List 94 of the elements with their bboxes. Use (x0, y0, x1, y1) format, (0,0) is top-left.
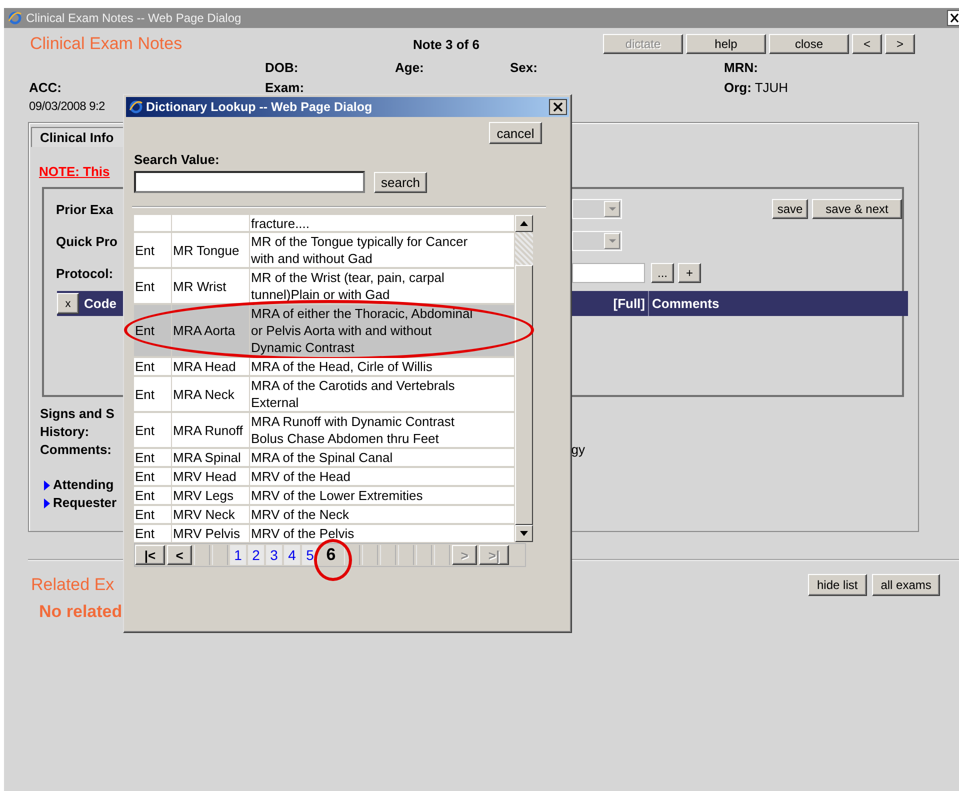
scroll-thumb[interactable] (515, 265, 533, 525)
table-cell: MR Tongue (173, 242, 240, 258)
field-label: Org: (724, 80, 752, 94)
table-cell: Ent (135, 468, 155, 485)
remove-button[interactable]: x (57, 293, 79, 314)
save-next-button[interactable]: save & next (812, 199, 902, 219)
search-field[interactable] (134, 171, 365, 193)
browser-icon (8, 11, 22, 25)
tab[interactable]: Clinical Info (31, 127, 124, 147)
table-cell: MRV Pelvis (173, 525, 240, 542)
table-cell: Ent (135, 449, 155, 466)
table-cell-text: MRA of the Carotids and Vertebrals External (251, 377, 456, 411)
table-cell: fracture.... (251, 214, 310, 232)
field-label: Exam: (265, 80, 306, 94)
browser-icon (129, 100, 143, 114)
table-cell: MRV Neck (173, 506, 235, 523)
field-label: DOB: (265, 60, 300, 74)
field-label: Quick Pro (56, 234, 118, 248)
caret-icon (608, 206, 616, 212)
field-label: MRN: (724, 60, 759, 74)
add-button[interactable]: + (678, 263, 701, 283)
protocol-field[interactable] (572, 263, 645, 283)
field-label: History: (40, 423, 90, 441)
list-button[interactable]: hide list (808, 574, 867, 596)
dropdown[interactable] (572, 231, 622, 251)
dropdown[interactable] (572, 199, 622, 219)
pager-button[interactable]: |< (135, 545, 165, 565)
table-cell: MRA Head (173, 358, 236, 375)
toolbar-button[interactable]: help (686, 34, 766, 54)
field-label: Protocol: (56, 266, 114, 280)
field-label: ACC: (29, 80, 62, 94)
table-cell: Ent (135, 422, 155, 438)
field-label: Age: (395, 60, 425, 74)
list-button[interactable]: all exams (872, 574, 940, 596)
table-cell: MRV of the Pelvis (251, 525, 354, 542)
page-link[interactable]: 3 (266, 545, 282, 565)
table-cell: MRA Runoff (173, 422, 243, 438)
table-cell-text: MR of the Tongue typically for Cancer with and without Gad (251, 233, 469, 267)
close-icon[interactable] (947, 10, 959, 26)
section-link[interactable]: Attending (53, 476, 114, 494)
table-cell: MRV of the Head (251, 468, 350, 485)
table-cell: MRV Head (173, 468, 236, 485)
search-button[interactable]: search (374, 172, 427, 192)
table-cell: MRV Legs (173, 487, 234, 504)
field-value: TJUH (754, 80, 788, 94)
field-label: Signs and S (40, 405, 114, 423)
close-icon[interactable] (549, 99, 567, 115)
expand-arrow-icon[interactable] (44, 480, 50, 490)
exam-date: 09/03/2008 9:2 (29, 99, 105, 113)
expand-arrow-icon[interactable] (44, 498, 50, 508)
section-title: Related Ex (31, 575, 116, 595)
table-cell-text: MRA Runoff with Dynamic Contrast Bolus Chase Abdomen thru Feet (251, 413, 456, 447)
table-cell: MRA Spinal (173, 449, 241, 466)
pager-button[interactable]: < (167, 545, 192, 565)
table-cell: MRV of the Lower Extremities (251, 487, 423, 504)
page-title: Clinical Exam Notes (30, 34, 184, 54)
empty-message: No related (39, 602, 122, 621)
column-header: Comments (651, 295, 720, 313)
field-label: Prior Exa (56, 202, 114, 216)
scroll-down-icon[interactable] (520, 531, 528, 536)
search-label: Search Value: (134, 152, 220, 167)
page-link[interactable]: 1 (230, 545, 246, 565)
cancel-button[interactable]: cancel (489, 122, 542, 144)
page-link[interactable]: 5 (302, 545, 318, 565)
dialog-title: Dictionary Lookup -- Web Page Dialog (146, 100, 372, 114)
section-link[interactable]: Requester (53, 494, 117, 512)
browse-button[interactable]: ... (651, 263, 674, 283)
table-cell: Ent (135, 506, 155, 523)
warning-note: NOTE: This (39, 164, 110, 179)
caret-icon (608, 238, 616, 244)
save-button[interactable]: save (772, 199, 808, 219)
comment-text: gy (571, 441, 585, 459)
field-label: Comments: (40, 441, 112, 459)
toolbar-button[interactable]: close (769, 34, 849, 54)
scroll-up-icon[interactable] (520, 221, 528, 226)
table-cell: Ent (135, 487, 155, 504)
toolbar-button[interactable]: < (852, 34, 882, 54)
table-cell: MRA of the Head, Cirle of Willis (251, 358, 432, 375)
page-link[interactable]: 2 (248, 545, 264, 565)
scrollbar[interactable] (515, 215, 533, 542)
table-cell: MRV of the Neck (251, 506, 350, 523)
page-link[interactable]: 4 (284, 545, 300, 565)
table-cell: Ent (135, 525, 155, 542)
field-label: Sex: (510, 60, 538, 74)
table-cell: Ent (135, 322, 155, 339)
toolbar-button[interactable]: > (885, 34, 915, 54)
table-cell: Ent (135, 386, 155, 402)
table-cell: MRA Aorta (173, 322, 236, 339)
table-cell: MRA of the Spinal Canal (251, 449, 393, 466)
window-title: Clinical Exam Notes -- Web Page Dialog (26, 11, 242, 25)
note-position: Note 3 of 6 (413, 36, 480, 52)
table-cell: MRA Neck (173, 386, 234, 402)
table-cell: Ent (135, 358, 155, 375)
table-cell: Ent (135, 242, 155, 258)
